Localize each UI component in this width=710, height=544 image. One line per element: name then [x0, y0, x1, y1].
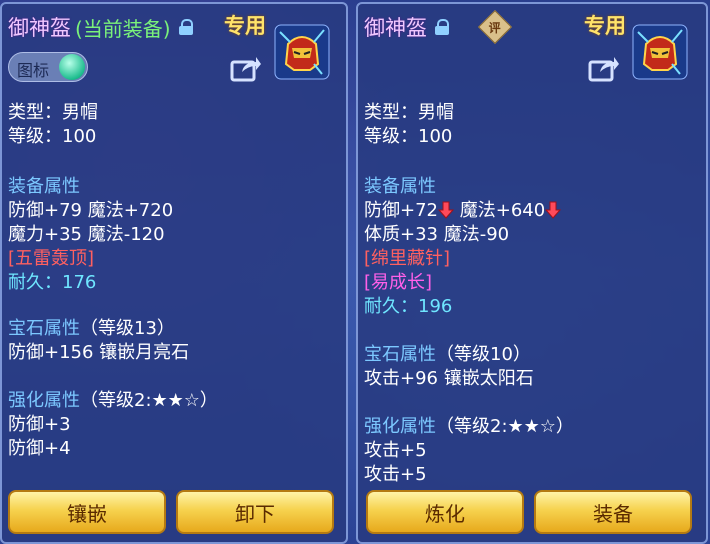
attr-magic: 魔法+640: [459, 200, 546, 221]
gem-attr: 攻击+96 镶嵌太阳石: [364, 368, 534, 389]
equip-attr-1: 防御+72 魔法+640: [364, 200, 562, 222]
item-level: 等级：100: [364, 126, 453, 147]
gem-level: （等级10）: [436, 344, 531, 365]
item-type: 类型：男帽: [364, 102, 454, 123]
gem-attr-heading: 宝石属性（等级13）: [8, 318, 175, 340]
durability: 耐久：196: [364, 296, 453, 317]
gem-attr-heading: 宝石属性（等级10）: [364, 344, 531, 366]
enhance-level: （等级2:★★☆）: [436, 416, 574, 437]
special-skill: [绵里藏针]: [364, 248, 451, 269]
equip-attr-heading: 装备属性: [364, 176, 436, 197]
toggle-label: 图标: [17, 61, 50, 80]
gem-attr-label: 宝石属性: [364, 344, 436, 365]
item-type: 类型：男帽: [8, 102, 98, 123]
helmet-item-icon: [632, 24, 688, 80]
icon-toggle[interactable]: 图标: [8, 52, 88, 82]
enhance-attr-2: 攻击+5: [364, 464, 427, 485]
equipped-tag: (当前装备): [75, 16, 171, 41]
lock-icon[interactable]: [178, 19, 193, 35]
arrow-down-icon: [545, 201, 562, 219]
exclusive-label: 专用: [224, 14, 266, 38]
enhance-attr-heading: 强化属性（等级2:★★☆）: [8, 390, 218, 412]
equip-attr-2: 魔力+35 魔法-120: [8, 224, 165, 245]
exclusive-label: 专用: [584, 14, 626, 38]
item-level: 等级：100: [8, 126, 97, 147]
enhance-attr-label: 强化属性: [8, 390, 80, 411]
unequip-button[interactable]: 卸下: [176, 490, 334, 534]
gem-level: （等级13）: [80, 318, 175, 339]
attr-defense: 防御+72: [364, 200, 438, 221]
gem-attr: 防御+156 镶嵌月亮石: [8, 342, 190, 363]
arrow-down-icon: [438, 201, 454, 219]
compare-item-tooltip: 御神盔 评 专用 类型：男帽 等级：100 装备属性 防御+72 魔法+640 …: [356, 2, 708, 544]
inlay-button[interactable]: 镶嵌: [8, 490, 166, 534]
enhance-attr-1: 防御+3: [8, 414, 71, 435]
special-skill: [五雷轰顶]: [8, 248, 95, 269]
enhance-attr-heading: 强化属性（等级2:★★☆）: [364, 416, 574, 438]
share-icon[interactable]: [588, 54, 620, 82]
equip-attr-1: 防御+79 魔法+720: [8, 200, 174, 221]
toggle-knob: [59, 54, 85, 80]
durability: 耐久：176: [8, 272, 97, 293]
equipped-item-tooltip: 御神盔 (当前装备) 专用 图标 类型：男帽 等级：100 装备属性 防御+79…: [0, 2, 348, 544]
item-name: 御神盔: [8, 16, 71, 40]
equip-button[interactable]: 装备: [534, 490, 692, 534]
title-row: 御神盔 (当前装备): [8, 12, 193, 42]
item-name: 御神盔: [364, 16, 427, 40]
lock-icon[interactable]: [435, 19, 449, 35]
special-effect: [易成长]: [364, 272, 433, 293]
helmet-item-icon: [274, 24, 330, 80]
enhance-attr-1: 攻击+5: [364, 440, 427, 461]
enhance-level: （等级2:★★☆）: [80, 390, 218, 411]
share-icon[interactable]: [230, 54, 262, 82]
title-row: 御神盔 评: [364, 10, 512, 44]
equip-attr-heading: 装备属性: [8, 176, 80, 197]
equip-attr-2: 体质+33 魔法-90: [364, 224, 510, 245]
rated-badge-icon: 评: [478, 10, 512, 44]
gem-attr-label: 宝石属性: [8, 318, 80, 339]
enhance-attr-label: 强化属性: [364, 416, 436, 437]
refine-button[interactable]: 炼化: [366, 490, 524, 534]
enhance-attr-2: 防御+4: [8, 438, 71, 459]
